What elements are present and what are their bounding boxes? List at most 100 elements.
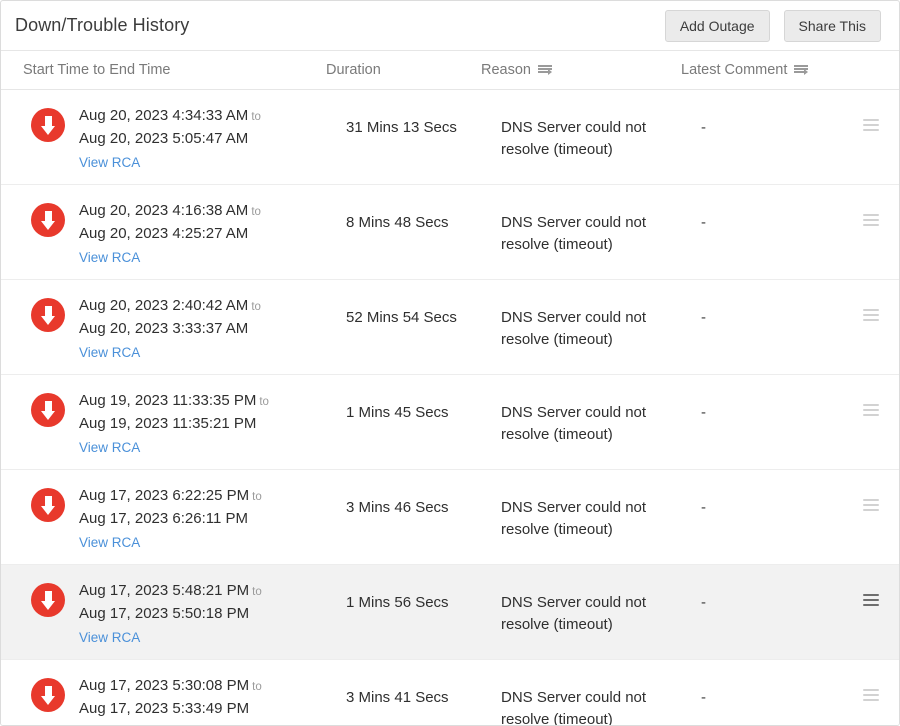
duration-cell: 3 Mins 46 Secs: [346, 485, 501, 519]
column-header-reason[interactable]: Reason: [481, 62, 681, 78]
reason-cell: DNS Server could not resolve (timeout): [501, 105, 701, 161]
duration-cell: 31 Mins 13 Secs: [346, 105, 501, 139]
duration-value: 3 Mins 41 Secs: [346, 675, 501, 709]
reason-cell: DNS Server could not resolve (timeout): [501, 675, 701, 726]
share-this-button[interactable]: Share This: [784, 10, 881, 42]
column-header-latest-comment[interactable]: Latest Comment: [681, 62, 831, 78]
latest-comment-cell: -: [701, 675, 851, 709]
reason-value: DNS Server could not resolve (timeout): [501, 295, 666, 351]
table-row[interactable]: Aug 20, 2023 4:16:38 AMto Aug 20, 2023 4…: [1, 185, 899, 280]
start-time-line: Aug 17, 2023 5:48:21 PMto: [79, 580, 346, 603]
duration-cell: 1 Mins 45 Secs: [346, 390, 501, 424]
latest-comment-value: -: [701, 390, 851, 424]
view-rca-link[interactable]: View RCA: [79, 439, 140, 457]
reason-value: DNS Server could not resolve (timeout): [501, 390, 666, 446]
start-time-value: Aug 20, 2023 2:40:42 AM: [79, 297, 248, 314]
table-row[interactable]: Aug 20, 2023 2:40:42 AMto Aug 20, 2023 3…: [1, 280, 899, 375]
column-header-duration-label: Duration: [326, 62, 381, 78]
latest-comment-cell: -: [701, 580, 851, 614]
latest-comment-value: -: [701, 580, 851, 614]
start-time-value: Aug 17, 2023 6:22:25 PM: [79, 487, 249, 504]
start-time-value: Aug 20, 2023 4:16:38 AM: [79, 202, 248, 219]
reason-value: DNS Server could not resolve (timeout): [501, 200, 666, 256]
view-rca-link[interactable]: View RCA: [79, 534, 140, 552]
duration-value: 1 Mins 45 Secs: [346, 390, 501, 424]
card-header: Down/Trouble History Add Outage Share Th…: [1, 1, 899, 51]
table-row[interactable]: Aug 19, 2023 11:33:35 PMto Aug 19, 2023 …: [1, 375, 899, 470]
latest-comment-value: -: [701, 675, 851, 709]
add-outage-button[interactable]: Add Outage: [665, 10, 770, 42]
time-separator-label: to: [249, 681, 262, 693]
row-menu-cell: [851, 675, 881, 703]
table-row[interactable]: Aug 17, 2023 5:30:08 PMto Aug 17, 2023 5…: [1, 660, 899, 726]
end-time-value: Aug 19, 2023 11:35:21 PM: [79, 413, 346, 435]
column-header-reason-label: Reason: [481, 62, 531, 78]
start-end-time-cell: Aug 19, 2023 11:33:35 PMto Aug 19, 2023 …: [65, 390, 346, 457]
column-header-latest-comment-label: Latest Comment: [681, 62, 787, 78]
latest-comment-value: -: [701, 295, 851, 329]
row-menu-icon[interactable]: [863, 214, 879, 228]
end-time-value: Aug 17, 2023 5:33:49 PM: [79, 698, 346, 720]
start-end-time-cell: Aug 20, 2023 2:40:42 AMto Aug 20, 2023 3…: [65, 295, 346, 362]
time-separator-label: to: [248, 111, 261, 123]
start-time-value: Aug 17, 2023 5:48:21 PM: [79, 582, 249, 599]
end-time-value: Aug 20, 2023 4:25:27 AM: [79, 223, 346, 245]
row-menu-cell: [851, 105, 881, 133]
view-rca-link[interactable]: View RCA: [79, 249, 140, 267]
duration-cell: 1 Mins 56 Secs: [346, 580, 501, 614]
view-rca-link[interactable]: View RCA: [79, 629, 140, 647]
end-time-value: Aug 17, 2023 5:50:18 PM: [79, 603, 346, 625]
start-end-time-cell: Aug 17, 2023 5:48:21 PMto Aug 17, 2023 5…: [65, 580, 346, 647]
start-time-line: Aug 19, 2023 11:33:35 PMto: [79, 390, 346, 413]
duration-cell: 52 Mins 54 Secs: [346, 295, 501, 329]
table-row[interactable]: Aug 17, 2023 6:22:25 PMto Aug 17, 2023 6…: [1, 470, 899, 565]
reason-cell: DNS Server could not resolve (timeout): [501, 295, 701, 351]
time-separator-label: to: [248, 206, 261, 218]
reason-value: DNS Server could not resolve (timeout): [501, 105, 666, 161]
reason-cell: DNS Server could not resolve (timeout): [501, 200, 701, 256]
time-separator-label: to: [248, 301, 261, 313]
end-time-value: Aug 20, 2023 5:05:47 AM: [79, 128, 346, 150]
reason-cell: DNS Server could not resolve (timeout): [501, 580, 701, 636]
column-header-start-end-time-label: Start Time to End Time: [23, 62, 170, 78]
duration-cell: 8 Mins 48 Secs: [346, 200, 501, 234]
row-menu-icon[interactable]: [863, 119, 879, 133]
row-menu-icon[interactable]: [863, 594, 879, 608]
sort-filter-icon[interactable]: [794, 64, 808, 76]
row-menu-cell: [851, 295, 881, 323]
start-end-time-cell: Aug 20, 2023 4:16:38 AMto Aug 20, 2023 4…: [65, 200, 346, 267]
latest-comment-cell: -: [701, 295, 851, 329]
reason-value: DNS Server could not resolve (timeout): [501, 675, 666, 726]
down-arrow-icon: [31, 203, 65, 237]
reason-cell: DNS Server could not resolve (timeout): [501, 390, 701, 446]
duration-value: 52 Mins 54 Secs: [346, 295, 501, 329]
start-time-line: Aug 20, 2023 2:40:42 AMto: [79, 295, 346, 318]
latest-comment-value: -: [701, 485, 851, 519]
duration-value: 3 Mins 46 Secs: [346, 485, 501, 519]
time-separator-label: to: [249, 586, 262, 598]
row-menu-cell: [851, 200, 881, 228]
time-separator-label: to: [256, 396, 269, 408]
row-menu-icon[interactable]: [863, 689, 879, 703]
duration-value: 1 Mins 56 Secs: [346, 580, 501, 614]
table-row[interactable]: Aug 17, 2023 5:48:21 PMto Aug 17, 2023 5…: [1, 565, 899, 660]
duration-value: 31 Mins 13 Secs: [346, 105, 501, 139]
start-end-time-cell: Aug 17, 2023 6:22:25 PMto Aug 17, 2023 6…: [65, 485, 346, 552]
row-menu-cell: [851, 580, 881, 608]
latest-comment-cell: -: [701, 200, 851, 234]
down-trouble-history-card: Down/Trouble History Add Outage Share Th…: [0, 0, 900, 726]
view-rca-link[interactable]: View RCA: [79, 344, 140, 362]
row-menu-icon[interactable]: [863, 309, 879, 323]
start-time-line: Aug 20, 2023 4:16:38 AMto: [79, 200, 346, 223]
reason-cell: DNS Server could not resolve (timeout): [501, 485, 701, 541]
view-rca-link[interactable]: View RCA: [79, 154, 140, 172]
down-arrow-icon: [31, 583, 65, 617]
row-menu-icon[interactable]: [863, 404, 879, 418]
table-row[interactable]: Aug 20, 2023 4:34:33 AMto Aug 20, 2023 5…: [1, 90, 899, 185]
end-time-value: Aug 20, 2023 3:33:37 AM: [79, 318, 346, 340]
down-arrow-icon: [31, 108, 65, 142]
sort-filter-icon[interactable]: [538, 64, 552, 76]
header-actions: Add Outage Share This: [665, 10, 881, 42]
reason-value: DNS Server could not resolve (timeout): [501, 580, 666, 636]
row-menu-icon[interactable]: [863, 499, 879, 513]
